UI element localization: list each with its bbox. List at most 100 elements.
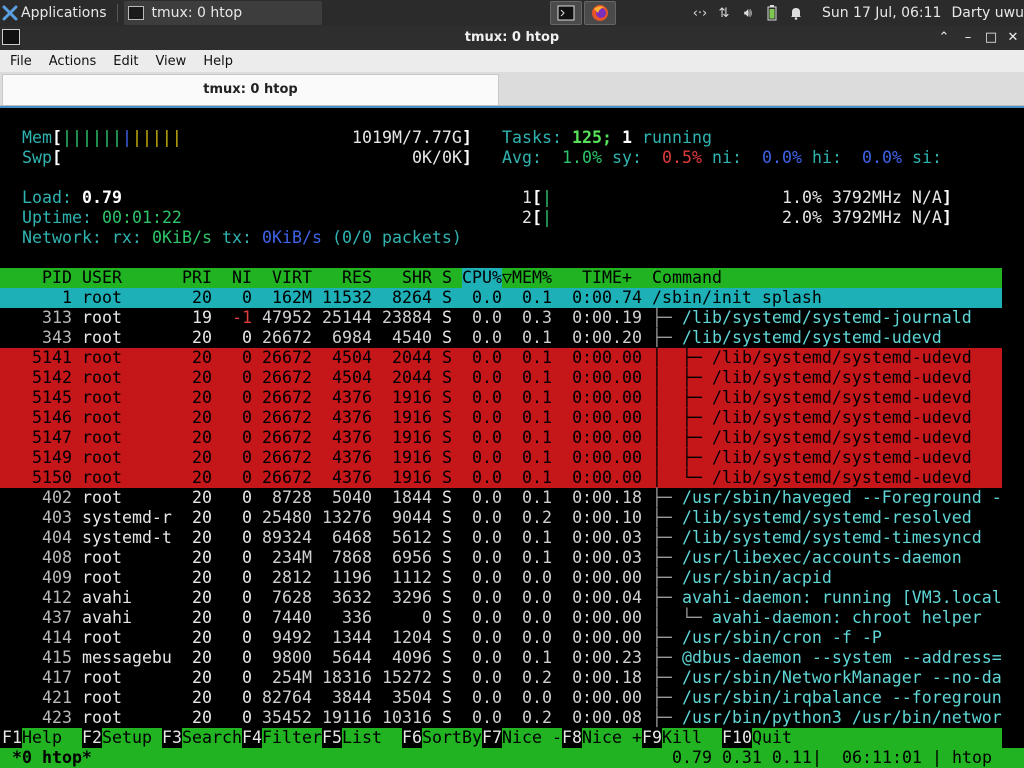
col-pri[interactable]: PRI [182, 268, 212, 288]
minimize-window-icon[interactable]: – [959, 29, 977, 47]
fkey-f1[interactable]: F1 [2, 728, 22, 748]
table-row[interactable]: 437 avahi 20 0 7440 336 0 S 0.0 0.0 0:00.00 │ └─ av… [0, 608, 1002, 628]
col-time[interactable]: TIME+ [582, 268, 632, 288]
col-pid[interactable]: PID [42, 268, 72, 288]
table-row[interactable]: 421 root 20 0 82764 3844 3504 S 0.0 0.0 0:00.00 ├─ … [0, 688, 1002, 708]
fkey-label[interactable]: SortBy [422, 728, 482, 748]
col-mem[interactable]: MEM% [512, 268, 552, 288]
col-user[interactable]: USER [82, 268, 122, 288]
terminal-area[interactable]: Mem [ |||||||||||| 1019M/7.77G ] Tasks: … [0, 106, 1024, 768]
col-virt[interactable]: VIRT [272, 268, 312, 288]
cell-command: /lib/systemd/systemd-udevd [712, 468, 972, 487]
fkey-label[interactable]: Quit [752, 728, 1002, 748]
shade-window-icon[interactable]: ⌃ [935, 29, 953, 47]
volume-icon[interactable]: 🔊︎ [737, 0, 759, 26]
col-shr[interactable]: SHR [402, 268, 432, 288]
cpu1-value: 1.0% 3792MHz N/A [782, 188, 942, 207]
table-row[interactable]: 415 messagebu 20 0 9800 5644 4096 S 0.0 0.1 0:00.2… [0, 648, 1002, 668]
close-window-icon[interactable]: ✕ [1004, 29, 1022, 47]
table-row[interactable]: 409 root 20 0 2812 1196 1112 S 0.0 0.0 0:00.00 ├─ /… [0, 568, 1002, 588]
menu-file[interactable]: File [0, 54, 39, 69]
col-s[interactable]: S [442, 268, 452, 288]
taskbar-item-tmux[interactable]: tmux: 0 htop [123, 1, 322, 25]
cell-user: root [82, 428, 122, 447]
table-row[interactable]: 1 root 20 0 162M 11532 8264 S 0.0 0.1 0:00.74/sbin… [0, 288, 1002, 308]
fkey-label[interactable]: Nice - [502, 728, 562, 748]
cell-command: /usr/sbin/haveged --Foreground - [682, 488, 1002, 507]
fkey-f6[interactable]: F6 [402, 728, 422, 748]
table-row[interactable]: 412 avahi 20 0 7628 3632 3296 S 0.0 0.0 0:00.04 ├─ … [0, 588, 1002, 608]
firefox-launcher-button[interactable] [584, 1, 616, 25]
process-table-header[interactable]: PID USER PRI NI VIRT RES SHR S CPU% ▽ ME… [0, 268, 1002, 288]
table-row[interactable]: 5142 root 20 0 26672 4504 2044 S 0.0 0.1 0:00.00 │ … [0, 368, 1002, 388]
cell-user: systemd-t [82, 528, 172, 547]
fkey-label[interactable]: Help [22, 728, 82, 748]
table-row[interactable]: 343 root 20 0 26672 6984 4540 S 0.0 0.1 0:00.20 ├─ … [0, 328, 1002, 348]
table-row[interactable]: 5145 root 20 0 26672 4376 1916 S 0.0 0.1 0:00.00 │ … [0, 388, 1002, 408]
cell-res: 4504 [332, 368, 372, 387]
table-row[interactable]: 403 systemd-r 20 0 25480 13276 9044 S 0.0 0.2 0:00… [0, 508, 1002, 528]
table-row[interactable]: 5149 root 20 0 26672 4376 1916 S 0.0 0.1 0:00.00 │ … [0, 448, 1002, 468]
network-updown-icon[interactable]: ⇅ [713, 0, 735, 26]
clock[interactable]: Sun 17 Jul, 06:11 [822, 5, 942, 21]
fkey-label[interactable]: Nice + [582, 728, 642, 748]
tmux-window-label[interactable]: *0 htop* [12, 748, 92, 768]
cell-cpu: 0.0 [472, 428, 502, 447]
battery-icon[interactable] [761, 0, 783, 26]
fkey-f8[interactable]: F8 [562, 728, 582, 748]
fkey-label[interactable]: List [342, 728, 402, 748]
terminal-launcher-button[interactable] [550, 1, 582, 25]
fkey-label[interactable]: Search [182, 728, 242, 748]
cell-time: 0:00.18 [572, 668, 642, 687]
cell-pri: 20 [192, 428, 212, 447]
menu-view[interactable]: View [145, 54, 193, 69]
table-row[interactable]: 5146 root 20 0 26672 4376 1916 S 0.0 0.1 0:00.00 │ … [0, 408, 1002, 428]
fkey-label[interactable]: Kill [662, 728, 722, 748]
cell-ni: 0 [242, 588, 252, 607]
window-titlebar[interactable]: tmux: 0 htop ⌃ – □ ✕ [0, 26, 1024, 50]
code-icon[interactable]: ‹·› [689, 0, 711, 26]
menu-help[interactable]: Help [193, 54, 240, 69]
table-row[interactable]: 423 root 20 0 35452 19116 10316 S 0.0 0.2 0:00.08 ├… [0, 708, 1002, 728]
system-tray: ‹·› ⇅ 🔊︎ Sun 17 Jul, 06:11 Darty uwu [688, 0, 1024, 26]
table-row[interactable]: 5147 root 20 0 26672 4376 1916 S 0.0 0.1 0:00.00 │ … [0, 428, 1002, 448]
maximize-window-icon[interactable]: □ [982, 29, 1000, 47]
menu-edit[interactable]: Edit [103, 54, 145, 69]
col-res[interactable]: RES [342, 268, 372, 288]
fkey-f3[interactable]: F3 [162, 728, 182, 748]
cell-s: S [442, 448, 452, 467]
col-cpu[interactable]: CPU% [462, 268, 502, 288]
cell-time: 0:00.00 [572, 388, 642, 407]
applications-menu-button[interactable]: Applications [0, 0, 113, 26]
col-command[interactable]: Command [652, 268, 722, 288]
cell-pid: 5150 [32, 468, 72, 487]
cell-mem: 0.1 [522, 528, 552, 547]
fkey-f9[interactable]: F9 [642, 728, 662, 748]
table-row[interactable]: 408 root 20 0 234M 7868 6956 S 0.0 0.1 0:00.03 ├─ /… [0, 548, 1002, 568]
fkey-f10[interactable]: F10 [722, 728, 752, 748]
cell-time: 0:00.00 [572, 468, 642, 487]
table-row[interactable]: 404 systemd-t 20 0 89324 6468 5612 S 0.0 0.1 0:00.… [0, 528, 1002, 548]
menu-actions[interactable]: Actions [39, 54, 104, 69]
tab-tmux-htop[interactable]: tmux: 0 htop [2, 74, 499, 105]
fkey-f4[interactable]: F4 [242, 728, 262, 748]
table-row[interactable]: 417 root 20 0 254M 18316 15272 S 0.0 0.2 0:00.18 ├─… [0, 668, 1002, 688]
col-ni[interactable]: NI [232, 268, 252, 288]
function-key-bar: F1 Help F2 Setup F3 Search F4 Filter F5 List F6… [0, 728, 1002, 748]
fkey-label[interactable]: Setup [102, 728, 162, 748]
table-row[interactable]: 313 root 19 -1 47952 25144 23884 S 0.0 0.3 0:00.19… [0, 308, 1002, 328]
window-title: tmux: 0 htop [464, 30, 560, 45]
table-row[interactable]: 5150 root 20 0 26672 4376 1916 S 0.0 0.1 0:00.00 │ … [0, 468, 1002, 488]
fkey-label[interactable]: Filter [262, 728, 322, 748]
user-menu[interactable]: Darty uwu [951, 5, 1024, 21]
fkey-f2[interactable]: F2 [82, 728, 102, 748]
fkey-f7[interactable]: F7 [482, 728, 502, 748]
fkey-f5[interactable]: F5 [322, 728, 342, 748]
notification-bell-icon[interactable] [785, 0, 807, 26]
table-row[interactable]: 402 root 20 0 8728 5040 1844 S 0.0 0.1 0:00.18 ├─ /… [0, 488, 1002, 508]
cell-s: S [442, 508, 452, 527]
tree-branch: ├─ [652, 668, 682, 687]
cell-mem: 0.1 [522, 448, 552, 467]
table-row[interactable]: 414 root 20 0 9492 1344 1204 S 0.0 0.0 0:00.00 ├─ /… [0, 628, 1002, 648]
table-row[interactable]: 5141 root 20 0 26672 4504 2044 S 0.0 0.1 0:00.00 │ … [0, 348, 1002, 368]
